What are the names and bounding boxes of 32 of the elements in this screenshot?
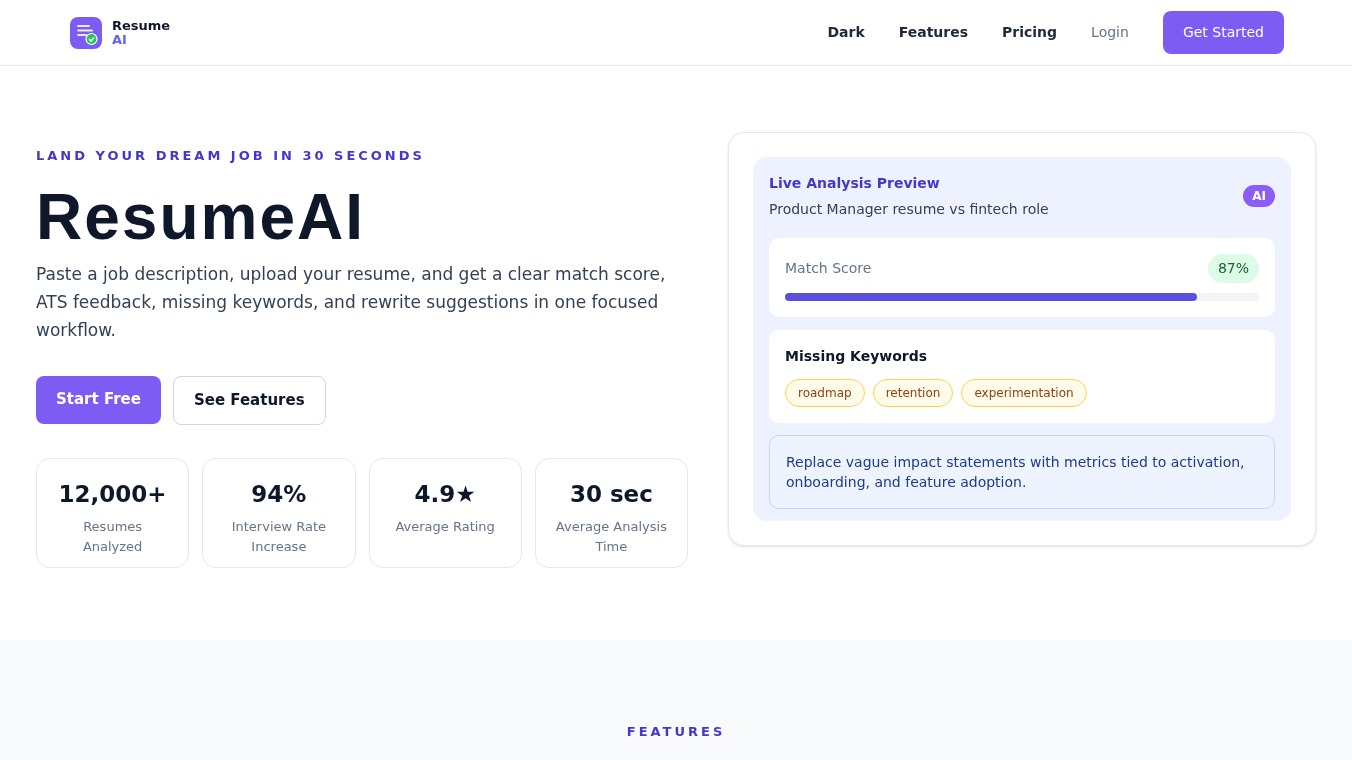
stat-label: Interview Rate Increase bbox=[230, 518, 328, 556]
hero-title: ResumeAI bbox=[36, 181, 366, 252]
keyword-tag: retention bbox=[872, 379, 954, 407]
ai-badge: AI bbox=[1243, 185, 1275, 207]
keywords-title: Missing Keywords bbox=[785, 347, 929, 366]
stat-value: 30 sec bbox=[569, 479, 653, 509]
stat-label: Average Rating bbox=[394, 518, 496, 536]
hero-description: Paste a job description, upload your resume, and get a clear match score, ATS feedback, missing keywords, and rewrite suggestions in one focused workflow. bbox=[36, 262, 667, 342]
logo-text: AI bbox=[112, 32, 128, 47]
match-score-badge: 87% bbox=[1207, 254, 1259, 283]
stat-value: 4.9★ bbox=[414, 479, 476, 509]
nav-link[interactable]: Dark bbox=[827, 22, 865, 43]
stat-value: 94% bbox=[251, 479, 307, 509]
match-score-label: Match Score bbox=[785, 259, 872, 278]
suggestion-text: Replace vague impact statements with metrics tied to activation, onboarding, and feature adoption. bbox=[769, 435, 1275, 509]
keyword-tag: experimentation bbox=[961, 379, 1087, 407]
get-started-button[interactable]: Get Started bbox=[1162, 11, 1284, 54]
stat-value: 12,000+ bbox=[58, 479, 167, 509]
stat-label: Resumes Analyzed bbox=[81, 518, 144, 556]
nav-link[interactable]: Features bbox=[898, 22, 969, 43]
logo-icon bbox=[70, 16, 102, 49]
start-free-button[interactable]: Start Free bbox=[36, 375, 161, 424]
nav-link[interactable]: Login bbox=[1091, 22, 1129, 43]
preview-title: Live Analysis Preview bbox=[769, 174, 941, 193]
eyebrow-text: LAND YOUR DREAM JOB IN 30 SECONDS bbox=[36, 147, 426, 165]
features-eyebrow: FEATURES bbox=[626, 723, 726, 740]
stat-label: Average Analysis Time bbox=[554, 518, 668, 556]
preview-subtitle: Product Manager resume vs fintech role bbox=[769, 200, 1049, 219]
see-features-button[interactable]: See Features bbox=[172, 375, 326, 425]
logo-text: Resume bbox=[112, 18, 171, 33]
keyword-tag: roadmap bbox=[785, 379, 865, 407]
nav-link[interactable]: Pricing bbox=[1002, 22, 1058, 43]
